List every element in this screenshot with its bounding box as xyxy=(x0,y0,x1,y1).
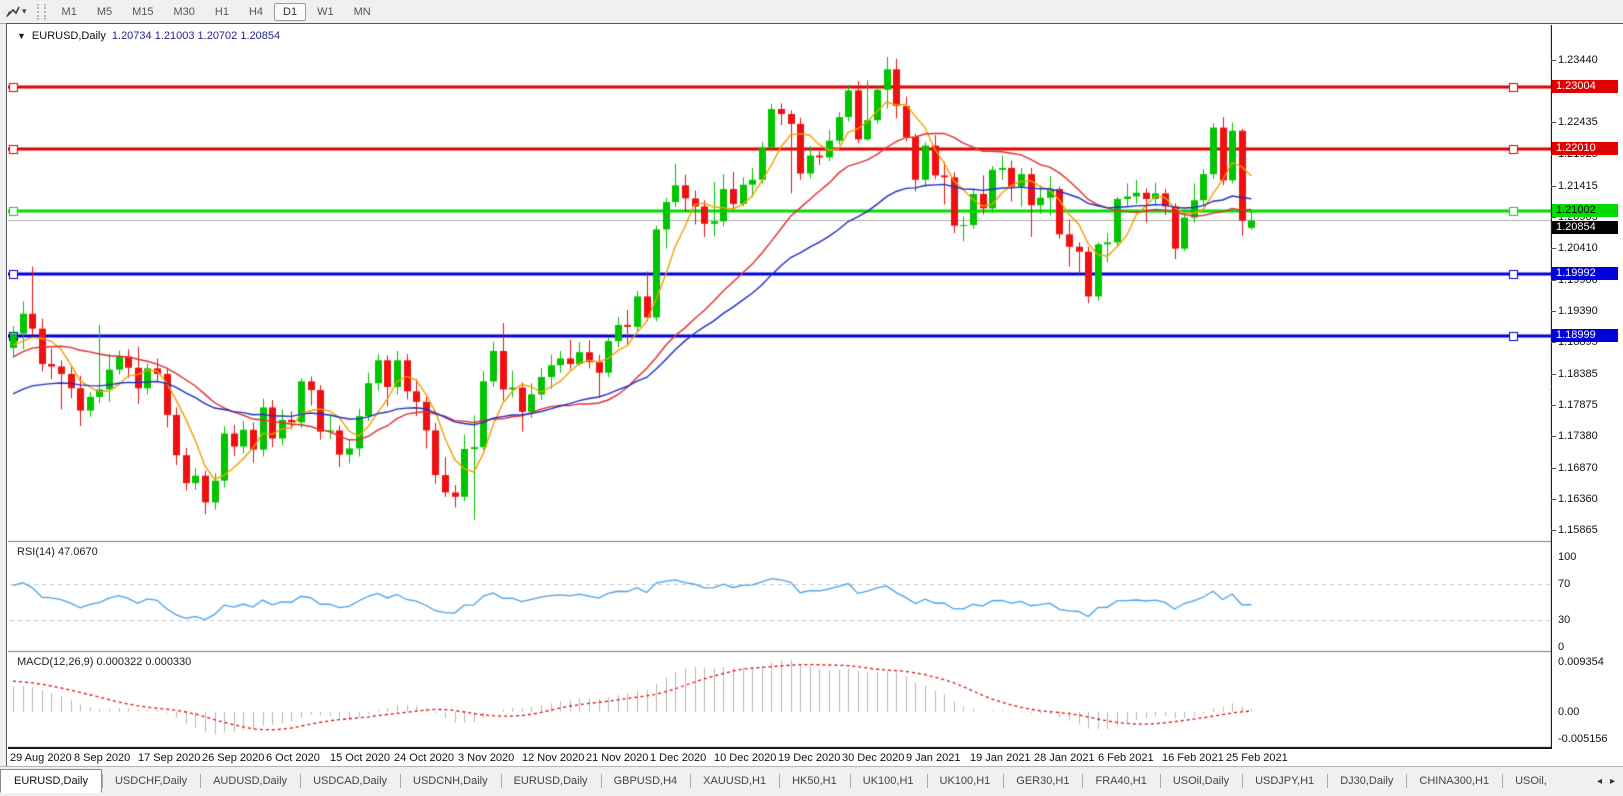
price-axis-tick: 1.16360 xyxy=(1552,493,1598,506)
tab-scroll-nav: ◂ ▸ xyxy=(1589,769,1623,793)
symbol-tab[interactable]: CHINA300,H1 xyxy=(1406,769,1502,793)
symbol-tab[interactable]: USDCAD,Daily xyxy=(300,769,400,793)
price-axis-tick: 1.21415 xyxy=(1552,179,1598,192)
symbol-tab[interactable]: GER30,H1 xyxy=(1003,769,1082,793)
price-axis-tick: 1.18385 xyxy=(1552,367,1598,380)
date-axis-label: 9 Jan 2021 xyxy=(906,752,961,764)
macd-indicator-label: MACD(12,26,9) 0.000322 0.000330 xyxy=(17,656,192,668)
indicator-scale-label: 30 xyxy=(1558,614,1571,626)
timeframe-button[interactable]: H4 xyxy=(240,3,272,21)
indicator-scale-label: -0.005156 xyxy=(1558,733,1608,745)
symbol-tab-bar: EURUSD,Daily USDCHF,Daily AUDUSD,Daily USDC… xyxy=(0,766,1623,796)
date-axis-label: 24 Oct 2020 xyxy=(394,752,454,764)
date-axis-label: 10 Dec 2020 xyxy=(714,752,777,764)
symbol-tab[interactable]: FRA40,H1 xyxy=(1082,769,1159,793)
price-axis-tick: 1.22435 xyxy=(1552,116,1598,129)
symbol-tab[interactable]: HK50,H1 xyxy=(779,769,850,793)
timeframe-button[interactable]: MN xyxy=(345,3,380,21)
toolbar-grip xyxy=(36,3,46,20)
date-axis-label: 19 Jan 2021 xyxy=(970,752,1031,764)
chart-window: ▼ EURUSD,Daily 1.20734 1.21003 1.20702 1… xyxy=(6,23,1623,768)
rsi-indicator-label: RSI(14) 47.0670 xyxy=(17,546,98,558)
price-level-badge: 1.21002 xyxy=(1552,204,1618,218)
indicator-scale-label: 0.00 xyxy=(1558,705,1580,718)
price-level-badge: 1.19992 xyxy=(1552,266,1618,280)
timeframe-button[interactable]: M30 xyxy=(165,3,204,21)
timeframe-button[interactable]: W1 xyxy=(308,3,343,21)
chart-symbol-label: EURUSD,Daily xyxy=(31,30,106,42)
symbol-tab[interactable]: USOil,Daily xyxy=(1159,769,1242,793)
indicator-scale-label: 0 xyxy=(1558,641,1565,653)
timeframe-toolbar: ▾ M1 M5 M15 M30 H1 H4 D1 W1 MN xyxy=(0,0,1623,24)
price-level-badge: 1.18999 xyxy=(1552,328,1618,342)
chart-ohlc-values: 1.20734 1.21003 1.20702 1.20854 xyxy=(111,30,281,42)
symbol-tab[interactable]: XAUUSD,H1 xyxy=(690,769,779,793)
date-axis-label: 16 Feb 2021 xyxy=(1162,752,1224,764)
symbol-tab[interactable]: EURUSD,Daily xyxy=(0,769,102,793)
symbol-tab[interactable]: UK100,H1 xyxy=(849,769,927,793)
date-axis-label: 19 Dec 2020 xyxy=(778,752,841,764)
indicator-scale-label: 0.009354 xyxy=(1558,656,1604,668)
chart-canvas[interactable] xyxy=(8,25,1552,748)
symbol-tab[interactable]: GBPUSD,H4 xyxy=(600,769,691,793)
symbol-tab[interactable]: AUDUSD,Daily xyxy=(200,769,300,793)
date-axis-label: 6 Oct 2020 xyxy=(266,752,320,764)
price-axis-tick: 1.17380 xyxy=(1552,430,1598,442)
date-axis-label: 3 Nov 2020 xyxy=(458,752,515,764)
date-axis-label: 1 Dec 2020 xyxy=(650,752,707,764)
collapse-caret-icon[interactable]: ▼ xyxy=(17,31,26,41)
date-axis-label: 6 Feb 2021 xyxy=(1098,752,1154,764)
price-axis: 1.234401.229501.224351.219251.214151.209… xyxy=(1552,25,1622,748)
date-axis-label: 15 Oct 2020 xyxy=(330,752,390,764)
symbol-tab[interactable]: USDCNH,Daily xyxy=(400,769,501,793)
timeframe-button[interactable]: H1 xyxy=(206,3,238,21)
timeframe-button[interactable]: M15 xyxy=(123,3,162,21)
symbol-tab[interactable]: UK100,H1 xyxy=(926,769,1004,793)
date-axis-label: 8 Sep 2020 xyxy=(74,752,131,764)
symbol-tab[interactable]: USDCHF,Daily xyxy=(101,769,200,793)
price-axis-tick: 1.23440 xyxy=(1552,54,1598,66)
date-axis-label: 12 Nov 2020 xyxy=(522,752,585,764)
price-axis-tick: 1.19390 xyxy=(1552,305,1598,318)
symbol-tab[interactable]: USOil, xyxy=(1502,769,1560,793)
timeframe-buttons: M1 M5 M15 M30 H1 H4 D1 W1 MN xyxy=(52,2,381,21)
timeframe-button[interactable]: M5 xyxy=(88,3,121,21)
indicator-scale-label: 70 xyxy=(1558,578,1571,590)
date-axis: 29 Aug 2020 8 Sep 2020 17 Sep 2020 26 Sep 2… xyxy=(8,748,1552,767)
tab-scroll-left-icon[interactable]: ◂ xyxy=(1597,776,1602,787)
price-axis-tick: 1.15865 xyxy=(1552,524,1598,536)
chevron-down-icon[interactable]: ▾ xyxy=(22,6,27,17)
date-axis-label: 21 Nov 2020 xyxy=(586,752,649,764)
symbol-tabs: EURUSD,Daily USDCHF,Daily AUDUSD,Daily USDC… xyxy=(0,769,1589,793)
indicator-scale-label: 100 xyxy=(1558,551,1577,563)
tab-scroll-right-icon[interactable]: ▸ xyxy=(1610,776,1615,787)
symbol-tab[interactable]: DJ30,Daily xyxy=(1327,769,1406,793)
price-axis-tick: 1.16870 xyxy=(1552,461,1598,474)
date-axis-label: 30 Dec 2020 xyxy=(842,752,905,764)
timeframe-button[interactable]: M1 xyxy=(53,3,86,21)
date-axis-label: 26 Sep 2020 xyxy=(202,752,265,764)
chart-title: ▼ EURUSD,Daily 1.20734 1.21003 1.20702 1… xyxy=(17,30,280,42)
chart-cursor-icon[interactable] xyxy=(3,4,21,20)
symbol-tab[interactable]: EURUSD,Daily xyxy=(500,769,601,793)
date-axis-label: 17 Sep 2020 xyxy=(138,752,201,764)
symbol-tab[interactable]: USDJPY,H1 xyxy=(1242,769,1327,793)
price-axis-tick: 1.20410 xyxy=(1552,242,1598,254)
price-level-badge: 1.22010 xyxy=(1552,141,1618,155)
timeframe-button[interactable]: D1 xyxy=(274,2,307,21)
price-level-badge: 1.20854 xyxy=(1552,221,1618,235)
price-level-badge: 1.23004 xyxy=(1552,80,1618,94)
price-axis-tick: 1.17875 xyxy=(1552,399,1598,412)
date-axis-label: 28 Jan 2021 xyxy=(1034,752,1095,764)
date-axis-label: 29 Aug 2020 xyxy=(10,752,72,764)
date-axis-label: 25 Feb 2021 xyxy=(1226,752,1288,764)
mt4-terminal: ▾ M1 M5 M15 M30 H1 H4 D1 W1 MN ▼ EURUSD,Daily 1.… xyxy=(0,0,1623,796)
